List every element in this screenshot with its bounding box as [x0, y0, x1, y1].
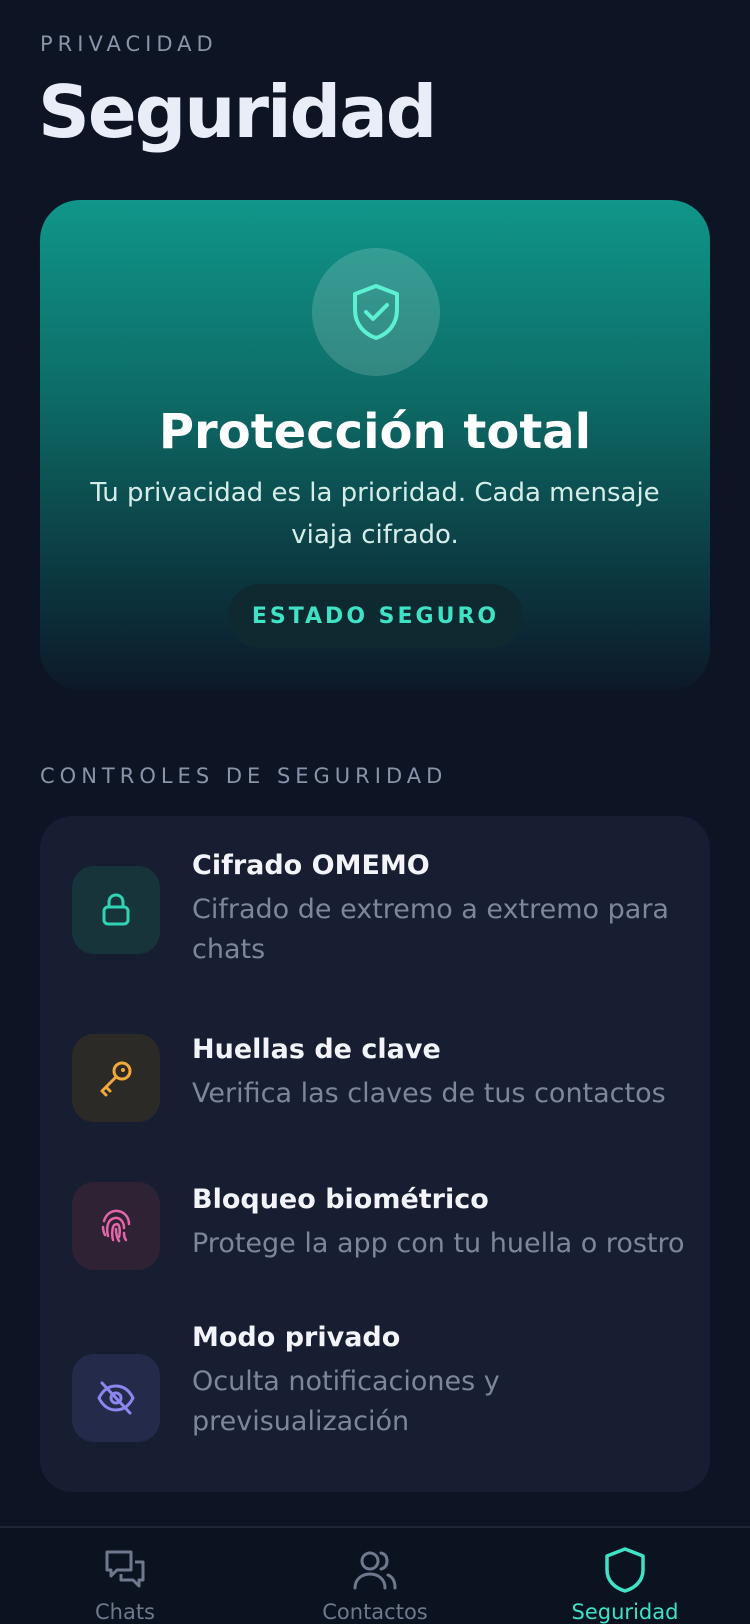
key-icon	[72, 1034, 160, 1122]
secure-status-badge[interactable]: ESTADO SEGURO	[228, 584, 523, 648]
bottom-tab-bar: Chats Contactos Seguridad	[0, 1526, 750, 1624]
control-private-mode[interactable]: Modo privado Oculta notificaciones y pre…	[40, 1312, 710, 1492]
tab-security[interactable]: Seguridad	[535, 1544, 715, 1624]
page-eyebrow: PRIVACIDAD	[40, 32, 218, 56]
control-title: Cifrado OMEMO	[192, 850, 430, 881]
control-key-fingerprints[interactable]: Huellas de clave Verifica las claves de …	[40, 1012, 710, 1162]
lock-icon	[72, 866, 160, 954]
control-description: Verifica las claves de tus contactos	[192, 1078, 666, 1109]
control-title: Bloqueo biométrico	[192, 1184, 489, 1215]
control-title: Modo privado	[192, 1322, 401, 1353]
tab-label: Seguridad	[571, 1600, 679, 1624]
security-screen: PRIVACIDAD Seguridad Protección total Tu…	[0, 0, 750, 1624]
hero-subtitle: Tu privacidad es la prioridad. Cada mens…	[90, 478, 660, 550]
hero-title: Protección total	[158, 404, 592, 460]
page-title: Seguridad	[38, 70, 437, 154]
control-description: Cifrado de extremo a extremo para chats	[192, 894, 669, 965]
shield-icon	[535, 1544, 715, 1596]
control-title: Huellas de clave	[192, 1034, 441, 1065]
control-omemo-encryption[interactable]: Cifrado OMEMO Cifrado de extremo a extre…	[40, 816, 710, 1012]
tab-contacts[interactable]: Contactos	[285, 1544, 465, 1624]
shield-check-icon	[312, 248, 440, 376]
section-label: CONTROLES DE SEGURIDAD	[40, 764, 448, 788]
chat-bubbles-icon	[35, 1544, 215, 1596]
control-description: Protege la app con tu huella o rostro	[192, 1228, 685, 1259]
control-biometric-lock[interactable]: Bloqueo biométrico Protege la app con tu…	[40, 1162, 710, 1312]
tab-label: Contactos	[322, 1600, 428, 1624]
eye-off-icon	[72, 1354, 160, 1442]
users-icon	[285, 1544, 465, 1596]
protection-hero-card: Protección total Tu privacidad es la pri…	[40, 200, 710, 690]
fingerprint-icon	[72, 1182, 160, 1270]
tab-label: Chats	[94, 1600, 156, 1624]
tab-chats[interactable]: Chats	[35, 1544, 215, 1624]
security-controls-list: Cifrado OMEMO Cifrado de extremo a extre…	[40, 816, 710, 1492]
control-description: Oculta notificaciones y previsualización	[192, 1366, 500, 1437]
